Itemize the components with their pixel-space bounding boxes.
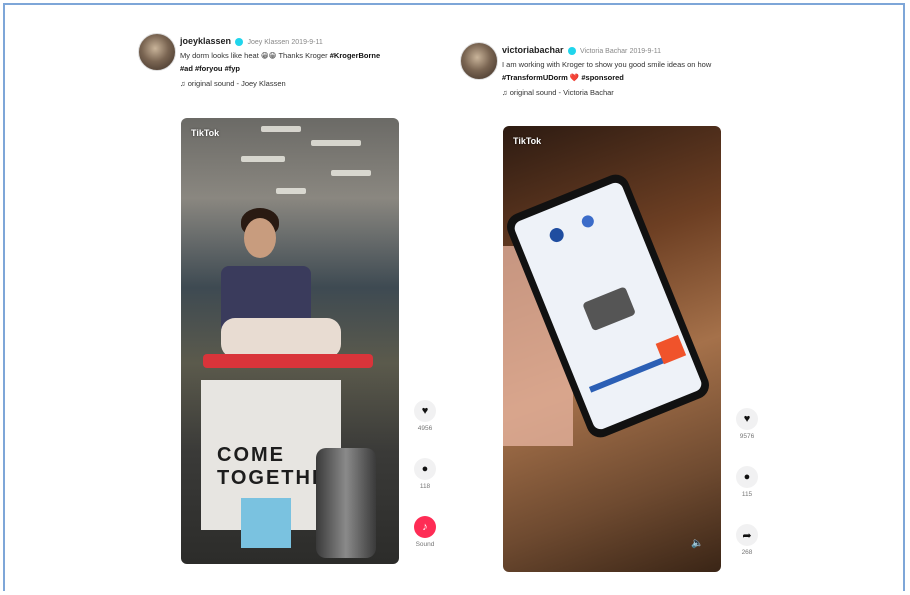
store-light [276,188,306,194]
music-note-icon: ♫ [180,79,188,88]
caption-hashtag[interactable]: #KrogerBorne [330,51,380,60]
sound-count: Sound [415,541,435,548]
app-logo-icon [547,225,566,245]
post-header: victoriabachar Victoria Bachar 2019-9-11 [502,45,661,55]
tiktok-watermark: TikTok [513,136,542,146]
share-icon[interactable]: ➦ [736,524,758,546]
heart-icon[interactable]: ♥ [414,400,436,422]
video-player[interactable]: TikTok 🔈 [503,126,721,572]
comment-count: 115 [741,491,753,498]
like-action[interactable]: ♥ 4956 [411,400,439,432]
tiktok-watermark: TikTok [191,128,220,138]
colorful-items [241,498,291,548]
timestamp: 2019-9-11 [291,39,323,46]
music-note-icon: ♫ [502,88,510,97]
timestamp: 2019-9-11 [629,48,661,55]
caption-text: I am working with Kroger to show you goo… [502,60,712,69]
avatar[interactable] [138,33,176,71]
volume-icon[interactable]: 🔈 [691,538,703,549]
store-light [311,140,361,146]
caption: My dorm looks like heat 😁😁 Thanks Kroger… [180,51,380,60]
comment-action[interactable]: ● 118 [411,458,439,490]
cart-tray [203,354,373,368]
pillow-bag [221,318,341,358]
person-face [244,218,276,258]
sound-action[interactable]: ♪ Sound [411,516,439,548]
screenshot-frame [3,3,905,591]
store-light [241,156,285,162]
hashtag-list[interactable]: #ad #foryou #fyp [180,64,240,73]
music-disc-icon[interactable]: ♪ [414,516,436,538]
hashtags[interactable]: #ad #foryou #fyp [180,64,240,73]
like-count: 9576 [739,433,755,440]
display-name: Victoria Bachar [580,48,628,55]
video-player[interactable]: TikTok COME TOGETHER [181,118,399,564]
like-count: 4956 [417,425,433,432]
hashtags[interactable]: #TransformUDorm ❤️ #sponsored [502,73,624,82]
verified-badge-icon [567,46,576,55]
sound-label: original sound - Victoria Bachar [509,88,614,97]
comment-icon[interactable]: ● [414,458,436,480]
sound-link[interactable]: ♫ original sound - Joey Klassen [180,79,286,88]
caption: I am working with Kroger to show you goo… [502,60,711,69]
avatar[interactable] [460,42,498,80]
app-badge-icon [580,213,596,230]
comment-action[interactable]: ● 115 [733,466,761,498]
comment-count: 118 [419,483,431,490]
trash-can [316,448,376,558]
share-count: 268 [741,549,753,556]
username[interactable]: joeyklassen [180,36,231,46]
like-action[interactable]: ♥ 9576 [733,408,761,440]
verified-badge-icon [235,37,244,46]
sound-link[interactable]: ♫ original sound - Victoria Bachar [502,88,614,97]
comment-icon[interactable]: ● [736,466,758,488]
heart-icon[interactable]: ♥ [736,408,758,430]
username[interactable]: victoriabachar [502,45,564,55]
sound-label: original sound - Joey Klassen [187,79,286,88]
product-image [582,286,637,332]
store-light [261,126,301,132]
caption-text: My dorm looks like heat 😁😁 Thanks Kroger [180,51,328,60]
display-name: Joey Klassen [247,39,290,46]
hashtag-list[interactable]: #TransformUDorm ❤️ #sponsored [502,73,624,82]
store-light [331,170,371,176]
post-header: joeyklassen Joey Klassen 2019-9-11 [180,36,323,46]
share-action[interactable]: ➦ 268 [733,524,761,556]
